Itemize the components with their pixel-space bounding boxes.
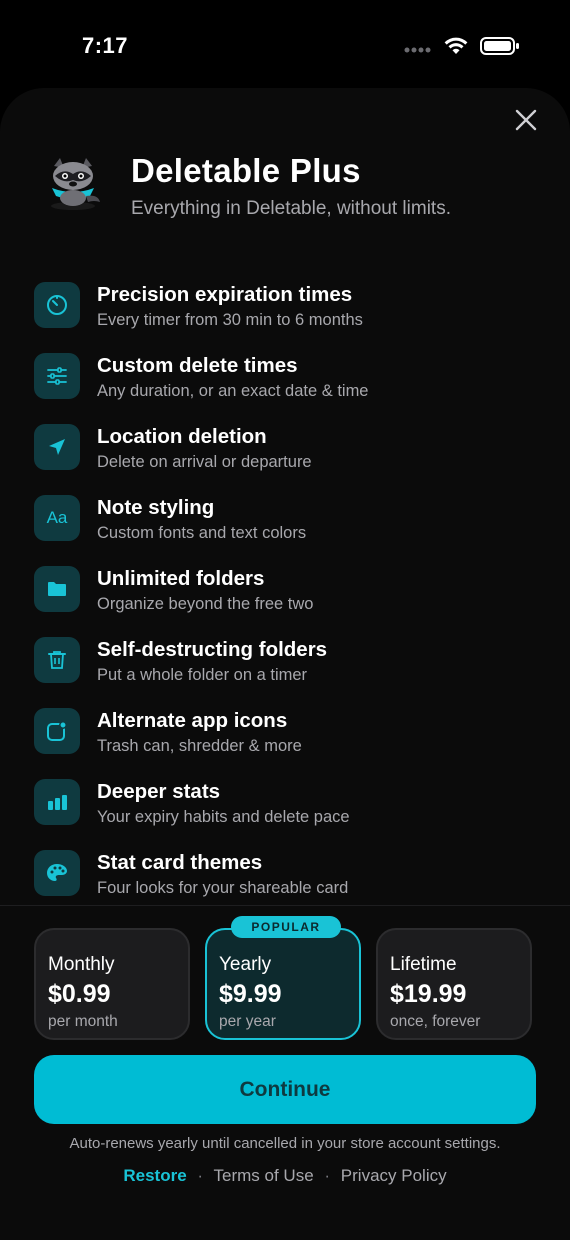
restore-link[interactable]: Restore bbox=[123, 1166, 186, 1185]
plan-price: $19.99 bbox=[390, 980, 467, 1008]
text-style-glyph: Aa bbox=[46, 508, 68, 527]
plan-name: Yearly bbox=[219, 954, 272, 975]
plan-name: Monthly bbox=[48, 954, 115, 975]
feature-title: Self-destructing folders bbox=[97, 638, 328, 661]
feature-title: Custom delete times bbox=[97, 354, 298, 377]
text-style-icon: Aa bbox=[34, 495, 80, 541]
feature-title: Location deletion bbox=[97, 425, 267, 448]
feature-item: Location deletion Delete on arrival or d… bbox=[34, 420, 544, 491]
feature-item: Unlimited folders Organize beyond the fr… bbox=[34, 562, 544, 633]
feature-title: Unlimited folders bbox=[97, 567, 265, 590]
popular-badge: POPULAR bbox=[231, 916, 341, 938]
app-icon-badge-icon bbox=[34, 708, 80, 754]
plan-price: $9.99 bbox=[219, 980, 282, 1008]
paywall-sheet: Deletable Plus Everything in Deletable, … bbox=[0, 88, 570, 1240]
page-subtitle: Everything in Deletable, without limits. bbox=[131, 198, 451, 219]
feature-item: Custom delete times Any duration, or an … bbox=[34, 349, 544, 420]
plan-price: $0.99 bbox=[48, 980, 111, 1008]
feature-title: Precision expiration times bbox=[97, 283, 353, 306]
sliders-icon bbox=[34, 353, 80, 399]
location-arrow-icon bbox=[34, 424, 80, 470]
feature-subtitle: Organize beyond the free two bbox=[97, 595, 314, 613]
plan-name: Lifetime bbox=[390, 954, 457, 975]
plan-yearly[interactable]: POPULAR Yearly $9.99 per year bbox=[205, 916, 361, 1040]
timer-icon bbox=[34, 282, 80, 328]
close-button[interactable] bbox=[512, 106, 540, 134]
continue-button[interactable]: Continue bbox=[34, 1055, 536, 1124]
plan-monthly[interactable]: Monthly $0.99 per month bbox=[34, 928, 190, 1040]
feature-subtitle: Every timer from 30 min to 6 months bbox=[97, 311, 363, 329]
plan-period: per year bbox=[219, 1013, 276, 1030]
trash-icon bbox=[34, 637, 80, 683]
privacy-link[interactable]: Privacy Policy bbox=[341, 1166, 447, 1185]
terms-link[interactable]: Terms of Use bbox=[214, 1166, 314, 1185]
header: Deletable Plus Everything in Deletable, … bbox=[42, 150, 542, 230]
plan-lifetime[interactable]: Lifetime $19.99 once, forever bbox=[376, 928, 532, 1040]
feature-title: Alternate app icons bbox=[97, 709, 288, 732]
status-bar: 7:17 bbox=[0, 0, 570, 90]
feature-subtitle: Delete on arrival or departure bbox=[97, 453, 312, 471]
raccoon-logo bbox=[42, 156, 104, 212]
feature-subtitle: Put a whole folder on a timer bbox=[97, 666, 308, 684]
feature-subtitle: Trash can, shredder & more bbox=[97, 737, 302, 755]
feature-subtitle: Any duration, or an exact date & time bbox=[97, 382, 369, 400]
plan-period: per month bbox=[48, 1013, 118, 1030]
folder-icon bbox=[34, 566, 80, 612]
plan-selector: Monthly $0.99 per month POPULAR Yearly $… bbox=[34, 916, 536, 1044]
feature-item: Deeper stats Your expiry habits and dele… bbox=[34, 775, 544, 846]
feature-subtitle: Custom fonts and text colors bbox=[97, 524, 307, 542]
wifi-icon bbox=[444, 37, 468, 60]
feature-title: Note styling bbox=[97, 496, 215, 519]
renewal-disclaimer: Auto-renews yearly until cancelled in yo… bbox=[69, 1135, 501, 1152]
feature-item: Aa Note styling Custom fonts and text co… bbox=[34, 491, 544, 562]
signal-dots-icon bbox=[404, 40, 432, 58]
plan-period: once, forever bbox=[390, 1013, 481, 1030]
feature-item: Precision expiration times Every timer f… bbox=[34, 278, 544, 349]
feature-title: Stat card themes bbox=[97, 851, 263, 874]
feature-list: Precision expiration times Every timer f… bbox=[34, 278, 544, 917]
footer-links: Restore · Terms of Use · Privacy Policy bbox=[0, 1166, 570, 1186]
bar-chart-icon bbox=[34, 779, 80, 825]
page-title: Deletable Plus bbox=[131, 152, 361, 189]
status-time: 7:17 bbox=[82, 33, 129, 58]
feature-subtitle: Your expiry habits and delete pace bbox=[97, 808, 350, 826]
divider bbox=[0, 905, 570, 906]
feature-item: Alternate app icons Trash can, shredder … bbox=[34, 704, 544, 775]
close-icon bbox=[515, 109, 537, 131]
battery-icon bbox=[480, 36, 520, 61]
link-separator: · bbox=[324, 1166, 331, 1185]
link-separator: · bbox=[197, 1166, 204, 1185]
palette-icon bbox=[34, 850, 80, 896]
feature-subtitle: Four looks for your shareable card bbox=[97, 879, 349, 897]
feature-item: Stat card themes Four looks for your sha… bbox=[34, 846, 544, 917]
status-icons bbox=[404, 36, 520, 61]
feature-title: Deeper stats bbox=[97, 780, 221, 803]
feature-item: Self-destructing folders Put a whole fol… bbox=[34, 633, 544, 704]
